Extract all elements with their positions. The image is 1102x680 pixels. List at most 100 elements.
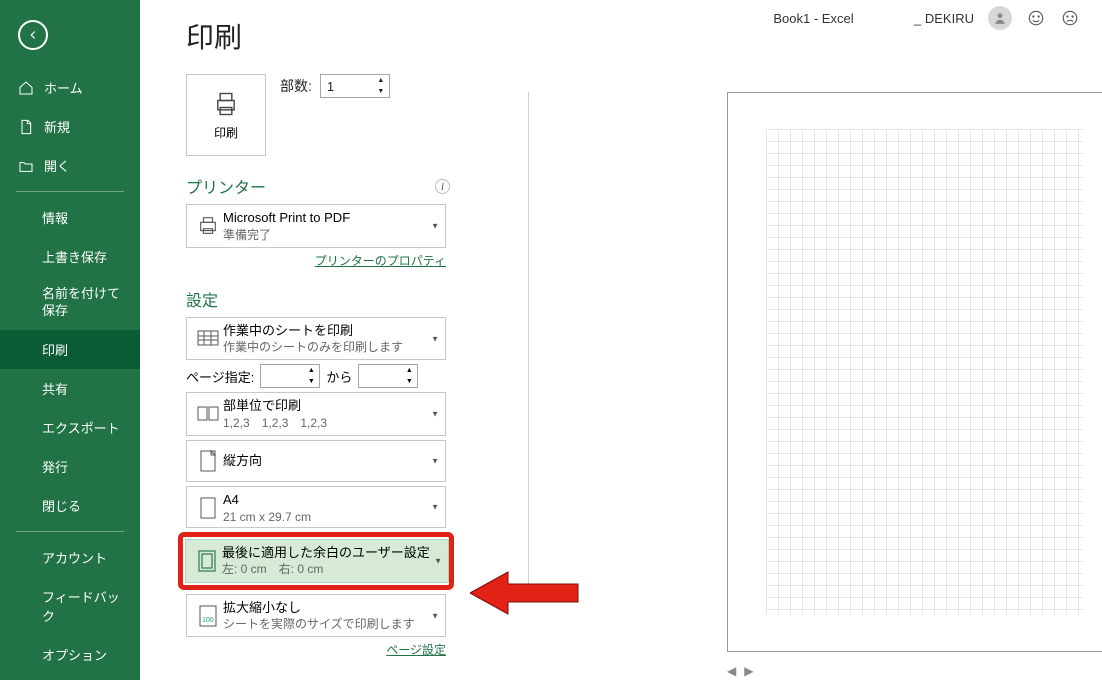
nav-export[interactable]: エクスポート (0, 408, 140, 447)
copies-value: 1 (327, 79, 334, 94)
highlighted-callout: 最後に適用した余白のユーザー設定 左: 0 cm 右: 0 cm ▼ (178, 532, 454, 590)
page-range-label: ページ指定: (186, 367, 254, 386)
prev-page-icon[interactable]: ◀ (727, 664, 736, 678)
nav-publish[interactable]: 発行 (0, 447, 140, 486)
sad-face-icon[interactable] (1060, 8, 1080, 28)
nav-open[interactable]: 開く (0, 146, 140, 185)
nav-label: 閉じる (42, 496, 81, 515)
printer-heading: プリンター i (186, 174, 510, 198)
nav-saveas[interactable]: 名前を付けて保存 (0, 276, 140, 330)
page-title: 印刷 (186, 16, 510, 56)
document-icon (18, 119, 34, 135)
paper-size-select[interactable]: A4 21 cm x 29.7 cm ▼ (186, 486, 446, 528)
chevron-down-icon: ▼ (431, 410, 439, 419)
nav-label: フィードバック (42, 587, 126, 625)
collate-select[interactable]: 部単位で印刷 1,2,3 1,2,3 1,2,3 ▼ (186, 392, 446, 436)
document-title: Book1 - Excel (773, 11, 853, 26)
printer-properties-link[interactable]: プリンターのプロパティ (186, 252, 446, 269)
folder-open-icon (18, 158, 34, 174)
spinner-arrows-icon[interactable]: ▲▼ (401, 365, 417, 387)
orientation-portrait-icon (193, 445, 223, 477)
nav-info[interactable]: 情報 (0, 198, 140, 237)
page-range-to: から (326, 367, 352, 386)
username: _ DEKIRU (914, 11, 974, 26)
main-area: 印刷 印刷 部数: 1 ▲▼ プリンター i Microsoft (140, 0, 1102, 680)
dd-sub: 1,2,3 1,2,3 1,2,3 (223, 415, 439, 431)
printer-device-icon (193, 210, 223, 242)
page-setup-link[interactable]: ページ設定 (186, 641, 446, 658)
dd-title: 縦方向 (223, 452, 439, 470)
printer-status: 準備完了 (223, 227, 439, 243)
page-range-row: ページ指定: ▲▼ から ▲▼ (186, 364, 510, 388)
home-icon (18, 80, 34, 96)
nav-new[interactable]: 新規 (0, 107, 140, 146)
copies-input[interactable]: 1 ▲▼ (320, 74, 390, 98)
page-from-input[interactable]: ▲▼ (260, 364, 320, 388)
chevron-down-icon: ▼ (434, 556, 442, 565)
spinner-arrows-icon[interactable]: ▲▼ (303, 365, 319, 387)
chevron-down-icon: ▼ (431, 457, 439, 466)
scaling-select[interactable]: 100 拡大縮小なし シートを実際のサイズで印刷します ▼ (186, 594, 446, 638)
nav-label: 発行 (42, 457, 68, 476)
nav-label: 開く (44, 156, 70, 175)
backstage-sidebar: ホーム 新規 開く 情報 上書き保存 名前を付けて保存 印刷 共有 エクスポート… (0, 0, 140, 680)
settings-heading: 設定 (186, 287, 510, 311)
chevron-down-icon: ▼ (431, 334, 439, 343)
scaling-icon: 100 (193, 600, 223, 632)
margins-select[interactable]: 最後に適用した余白のユーザー設定 左: 0 cm 右: 0 cm ▼ (185, 539, 449, 583)
nav-label: エクスポート (42, 418, 120, 437)
back-button[interactable] (18, 20, 48, 50)
dd-title: 最後に適用した余白のユーザー設定 (222, 544, 442, 562)
nav-options[interactable]: オプション (0, 635, 140, 674)
callout-arrow-icon (470, 568, 580, 618)
nav-share[interactable]: 共有 (0, 369, 140, 408)
nav-print[interactable]: 印刷 (0, 330, 140, 369)
dd-sub: 21 cm x 29.7 cm (223, 509, 439, 525)
nav-label: 共有 (42, 379, 68, 398)
nav-label: 新規 (44, 117, 70, 136)
nav-home[interactable]: ホーム (0, 68, 140, 107)
vertical-divider (528, 92, 529, 588)
title-bar: Book1 - Excel _ DEKIRU (547, 0, 1080, 36)
chevron-down-icon: ▼ (431, 503, 439, 512)
print-what-select[interactable]: 作業中のシートを印刷 作業中のシートのみを印刷します ▼ (186, 317, 446, 361)
print-button-label: 印刷 (214, 124, 238, 141)
dd-sub: 作業中のシートのみを印刷します (223, 339, 439, 355)
dd-sub: 左: 0 cm 右: 0 cm (222, 561, 442, 577)
page-size-icon (193, 492, 223, 524)
dd-title: 部単位で印刷 (223, 397, 439, 415)
preview-grid (766, 129, 1083, 615)
dd-title: 拡大縮小なし (223, 599, 439, 617)
info-icon[interactable]: i (435, 179, 450, 194)
sheet-icon (193, 323, 223, 355)
print-button[interactable]: 印刷 (186, 74, 266, 156)
nav-label: 上書き保存 (42, 247, 107, 266)
page-to-input[interactable]: ▲▼ (358, 364, 418, 388)
dd-title: 作業中のシートを印刷 (223, 322, 439, 340)
user-avatar-icon[interactable] (988, 6, 1012, 30)
dd-sub: シートを実際のサイズで印刷します (223, 616, 439, 632)
preview-area: Book1 - Excel _ DEKIRU ◀ ▶ (547, 0, 1102, 680)
spinner-arrows-icon[interactable]: ▲▼ (373, 75, 389, 97)
smile-face-icon[interactable] (1026, 8, 1046, 28)
next-page-icon[interactable]: ▶ (744, 664, 753, 678)
preview-nav: ◀ ▶ (727, 664, 1082, 678)
nav-label: 情報 (42, 208, 68, 227)
nav-label: オプション (42, 645, 107, 664)
orientation-select[interactable]: 縦方向 ▼ (186, 440, 446, 482)
nav-label: 印刷 (42, 340, 68, 359)
chevron-down-icon: ▼ (431, 221, 439, 230)
dd-title: A4 (223, 491, 439, 509)
printer-name: Microsoft Print to PDF (223, 209, 439, 227)
nav-account[interactable]: アカウント (0, 538, 140, 577)
nav-save[interactable]: 上書き保存 (0, 237, 140, 276)
nav-label: アカウント (42, 548, 107, 567)
nav-close[interactable]: 閉じる (0, 486, 140, 525)
nav-label: ホーム (44, 78, 83, 97)
svg-text:100: 100 (202, 617, 214, 624)
printer-icon (212, 90, 240, 118)
chevron-down-icon: ▼ (431, 611, 439, 620)
nav-feedback[interactable]: フィードバック (0, 577, 140, 635)
printer-select[interactable]: Microsoft Print to PDF 準備完了 ▼ (186, 204, 446, 248)
copies-label: 部数: (280, 76, 312, 96)
